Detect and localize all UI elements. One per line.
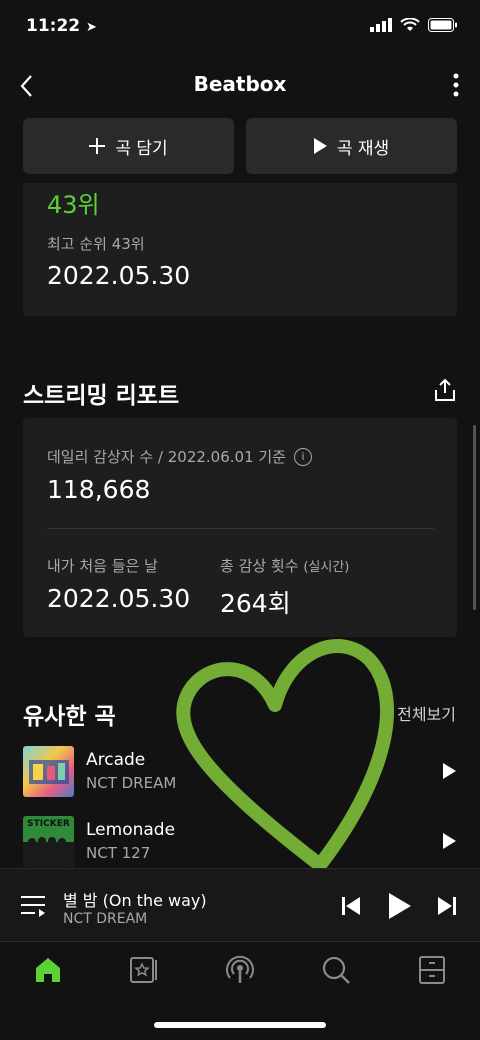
- heart-drawing: [176, 639, 395, 872]
- streaming-report-title: 스트리밍 리포트: [23, 383, 180, 409]
- nav-search[interactable]: [316, 952, 356, 988]
- play-button[interactable]: [436, 833, 456, 849]
- first-listen-label: 내가 처음 들은 날: [47, 557, 158, 575]
- add-song-label: 곡 담기: [115, 138, 168, 159]
- play-song-label: 곡 재생: [336, 138, 390, 159]
- battery-icon: [428, 18, 457, 32]
- nav-podcast[interactable]: [220, 952, 260, 988]
- view-all-link[interactable]: 전체보기: [397, 701, 456, 725]
- mini-player[interactable]: 별 밤 (On the way) NCT DREAM: [0, 868, 480, 941]
- total-plays-label-text: 총 감상 횟수: [220, 557, 299, 575]
- play-icon: [443, 833, 456, 849]
- similar-songs-title: 유사한 곡: [23, 704, 116, 730]
- play-icon: [443, 763, 456, 779]
- info-icon[interactable]: i: [293, 447, 312, 466]
- play-song-button[interactable]: 곡 재생: [246, 118, 457, 174]
- wifi-icon: [400, 18, 420, 31]
- divider: [47, 528, 434, 529]
- total-plays-value: 264회: [220, 589, 291, 618]
- playlist-button[interactable]: [21, 893, 47, 917]
- play-icon: [313, 138, 327, 154]
- nav-home[interactable]: [28, 952, 68, 988]
- nav-storage[interactable]: [412, 952, 452, 988]
- share-button[interactable]: [431, 376, 459, 404]
- podcast-icon: [226, 955, 254, 983]
- chart-rank-card: 43위 최고 순위 43위 2022.05.30: [23, 183, 457, 316]
- best-rank-label: 최고 순위 43위: [47, 235, 145, 253]
- search-icon: [322, 956, 350, 984]
- skip-next-icon: [438, 897, 456, 915]
- signal-icon: [370, 18, 392, 32]
- home-icon: [36, 958, 60, 982]
- library-icon: [130, 957, 157, 983]
- home-indicator: [154, 1022, 326, 1028]
- share-icon: [435, 378, 455, 401]
- plus-icon: [89, 138, 106, 154]
- skip-previous-icon: [342, 897, 360, 915]
- page-title: Beatbox: [193, 72, 287, 96]
- daily-listeners-label-text: 데일리 감상자 수 / 2022.06.01 기준: [47, 448, 286, 466]
- total-plays-sub: (실시간): [303, 560, 350, 575]
- album-art: [23, 745, 74, 797]
- play-pause-button[interactable]: [386, 891, 414, 921]
- daily-listeners-value: 118,668: [47, 475, 151, 504]
- play-button[interactable]: [436, 763, 456, 779]
- nav-library[interactable]: [124, 952, 164, 988]
- now-playing-artist: NCT DREAM: [63, 911, 148, 927]
- best-rank-date: 2022.05.30: [47, 261, 191, 290]
- queue-icon: [21, 896, 45, 917]
- storage-icon: [419, 956, 445, 984]
- location-icon: ➤: [86, 20, 97, 35]
- streaming-report-card: 데일리 감상자 수 / 2022.06.01 기준 i 118,668 내가 처…: [23, 418, 457, 637]
- total-plays-label: 총 감상 횟수 (실시간): [220, 555, 349, 576]
- next-button[interactable]: [436, 895, 458, 917]
- current-rank: 43위: [47, 191, 100, 219]
- play-icon: [389, 893, 411, 919]
- album-art: STICKER: [23, 815, 74, 867]
- now-playing-title: 별 밤 (On the way): [63, 891, 207, 910]
- add-song-button[interactable]: 곡 담기: [23, 118, 234, 174]
- daily-listeners-label: 데일리 감상자 수 / 2022.06.01 기준 i: [47, 446, 312, 467]
- scrollbar[interactable]: [473, 425, 476, 610]
- more-vertical-icon: [453, 73, 459, 97]
- previous-button[interactable]: [340, 895, 362, 917]
- status-time: 11:22 ➤: [26, 16, 97, 36]
- more-options-button[interactable]: [446, 71, 466, 99]
- first-listen-date: 2022.05.30: [47, 584, 191, 613]
- status-icons: [370, 18, 458, 32]
